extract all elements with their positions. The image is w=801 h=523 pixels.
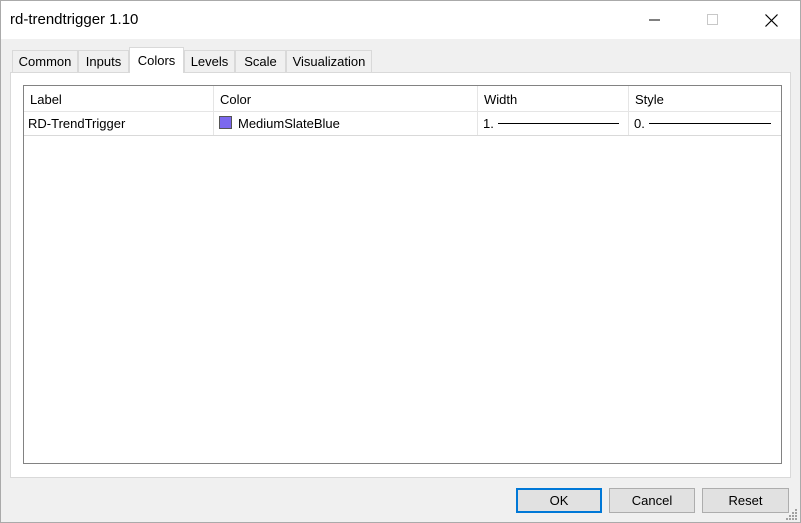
- tab-label: Colors: [137, 53, 176, 68]
- tab-label: Inputs: [85, 54, 122, 69]
- style-value: 0.: [634, 116, 645, 131]
- tab-label: Scale: [244, 54, 277, 69]
- dialog-window: rd-trendtrigger 1.10 Common Inputs Color…: [0, 0, 801, 523]
- colors-panel: Label Color Width Style RD-TrendTrigger …: [10, 72, 791, 478]
- cancel-button[interactable]: Cancel: [609, 488, 695, 513]
- tab-colors[interactable]: Colors: [129, 47, 184, 73]
- minimize-button[interactable]: [626, 1, 684, 39]
- ok-button[interactable]: OK: [516, 488, 602, 513]
- column-header-label[interactable]: Label: [24, 86, 214, 111]
- close-button[interactable]: [742, 1, 800, 39]
- tab-visualization[interactable]: Visualization: [286, 50, 372, 72]
- column-header-style[interactable]: Style: [629, 86, 781, 111]
- row-style-cell[interactable]: 0.: [629, 112, 781, 135]
- reset-button[interactable]: Reset: [702, 488, 789, 513]
- row-label: RD-TrendTrigger: [24, 112, 214, 135]
- colors-table: Label Color Width Style RD-TrendTrigger …: [23, 85, 782, 464]
- width-line-preview: [498, 123, 619, 124]
- column-header-width[interactable]: Width: [478, 86, 629, 111]
- window-title: rd-trendtrigger 1.10: [10, 11, 139, 28]
- title-bar: rd-trendtrigger 1.10: [1, 1, 800, 39]
- minimize-icon: [649, 19, 660, 21]
- color-name: MediumSlateBlue: [238, 116, 340, 131]
- table-header: Label Color Width Style: [24, 86, 781, 112]
- tab-levels[interactable]: Levels: [184, 50, 235, 72]
- width-value: 1.: [483, 116, 494, 131]
- tab-common[interactable]: Common: [12, 50, 78, 72]
- table-row[interactable]: RD-TrendTrigger MediumSlateBlue 1. 0.: [24, 112, 781, 136]
- tab-scale[interactable]: Scale: [235, 50, 286, 72]
- color-swatch: [219, 116, 232, 129]
- close-icon: [764, 13, 778, 27]
- tab-label: Common: [18, 54, 72, 69]
- column-header-color[interactable]: Color: [214, 86, 478, 111]
- maximize-icon: [707, 14, 718, 25]
- style-line-preview: [649, 123, 771, 124]
- maximize-button: [684, 1, 742, 39]
- tab-inputs[interactable]: Inputs: [78, 50, 129, 72]
- tab-label: Visualization: [292, 54, 366, 69]
- resize-grip-icon[interactable]: [786, 508, 798, 520]
- row-width-cell[interactable]: 1.: [478, 112, 629, 135]
- tab-label: Levels: [190, 54, 229, 69]
- row-color-cell[interactable]: MediumSlateBlue: [214, 112, 478, 135]
